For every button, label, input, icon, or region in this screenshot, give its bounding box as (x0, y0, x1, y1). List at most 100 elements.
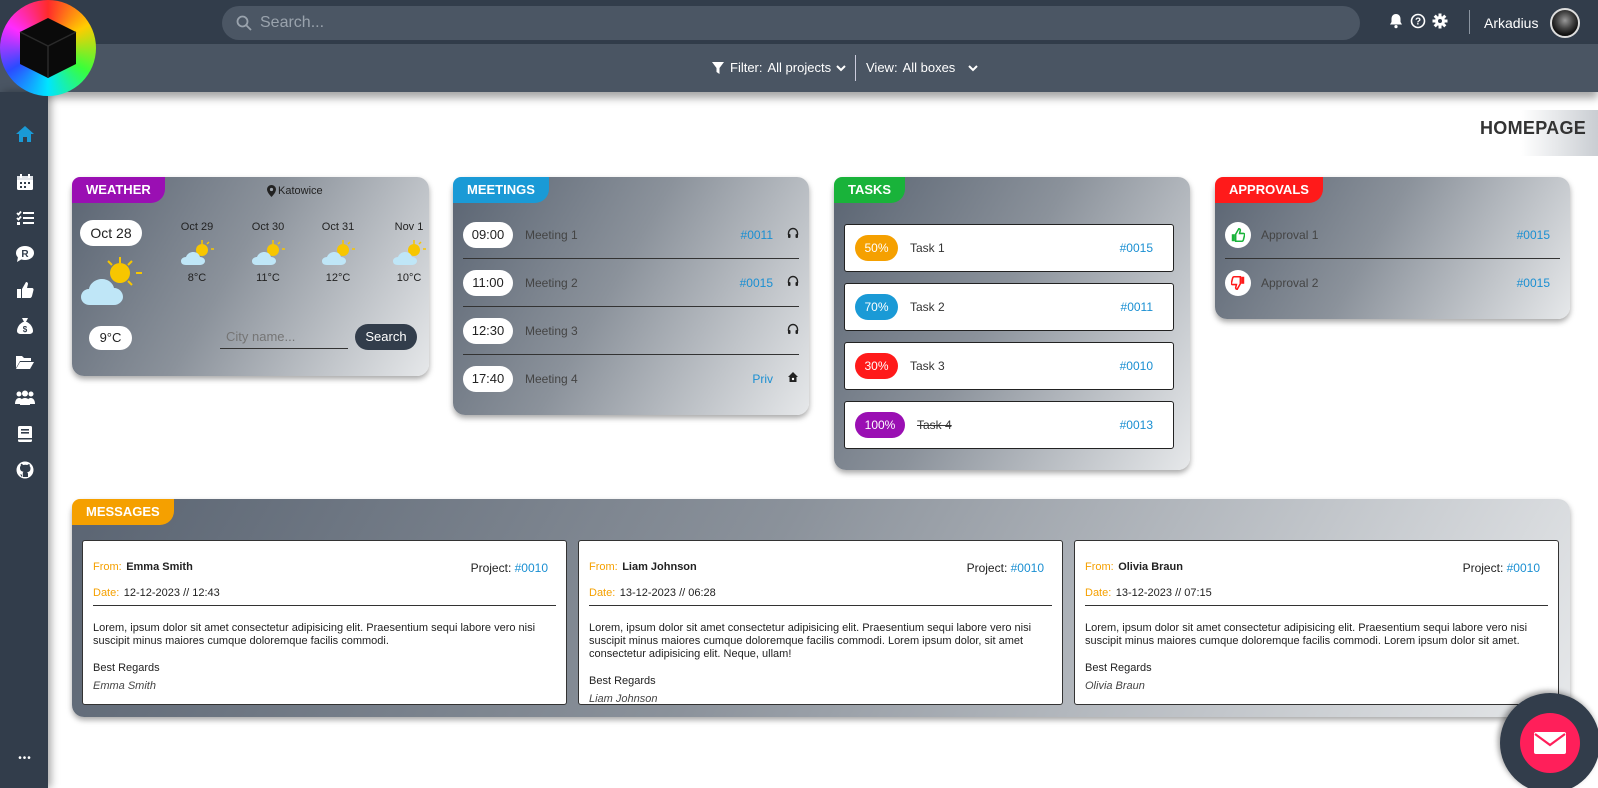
meeting-project-link[interactable]: Priv (752, 372, 773, 386)
meeting-name: Meeting 2 (525, 275, 578, 290)
task-row[interactable]: 70% Task 2 #0011 (844, 283, 1174, 331)
message-body: Lorem, ipsum dolor sit amet consectetur … (93, 622, 536, 647)
approve-icon[interactable] (14, 280, 36, 300)
message-project: Project: #0010 (967, 561, 1044, 575)
approval-project-link[interactable]: #0015 (1517, 276, 1550, 290)
task-row[interactable]: 30% Task 3 #0010 (844, 342, 1174, 390)
meeting-row[interactable]: 17:40 Meeting 4 Priv (463, 355, 799, 403)
github-icon[interactable] (14, 460, 36, 480)
approvals-tag: APPROVALS (1215, 177, 1323, 203)
meeting-time: 17:40 (463, 366, 513, 392)
team-icon[interactable] (14, 388, 36, 408)
approval-row[interactable]: Approval 1 #0015 (1225, 211, 1560, 259)
messages-card: MESSAGES From: Emma Smith Date: 12-12-20… (72, 499, 1570, 717)
thumbs-down-icon[interactable] (1225, 270, 1251, 296)
message-project-link[interactable]: #0010 (515, 561, 548, 575)
gear-icon[interactable] (1432, 13, 1448, 34)
thumbs-up-icon[interactable] (1225, 221, 1251, 248)
task-project-link[interactable]: #0013 (1120, 418, 1153, 432)
message-project-link[interactable]: #0010 (1011, 561, 1044, 575)
progress-badge: 70% (855, 294, 898, 320)
folder-open-icon[interactable] (14, 352, 36, 372)
from-label: From: (1085, 561, 1114, 573)
task-project-link[interactable]: #0011 (1121, 300, 1153, 314)
book-icon[interactable] (14, 424, 36, 444)
review-icon[interactable]: R (14, 244, 36, 264)
partly-cloudy-icon (308, 239, 368, 270)
chevron-down-icon (836, 64, 846, 71)
meeting-row[interactable]: 11:00 Meeting 2 #0015 (463, 259, 799, 307)
message-body: Lorem, ipsum dolor sit amet consectetur … (589, 622, 1032, 660)
partly-cloudy-icon (379, 239, 439, 270)
task-row[interactable]: 100% Task 4 #0013 (844, 401, 1174, 449)
app-logo[interactable] (0, 0, 96, 96)
money-bag-icon[interactable]: $ (14, 316, 36, 336)
from-label: From: (589, 561, 618, 573)
tasks-card: TASKS 50% Task 1 #0015 70% Task 2 #0011 30… (834, 177, 1190, 470)
message-signature: Emma Smith (93, 680, 156, 692)
message-card[interactable]: From: Emma Smith Date: 12-12-2023 // 12:… (82, 540, 567, 705)
filter-value[interactable]: All projects (768, 60, 832, 75)
help-icon[interactable]: ? (1410, 13, 1426, 34)
project-label: Project: (1462, 561, 1504, 575)
view-value[interactable]: All boxes (903, 60, 956, 75)
approval-row[interactable]: Approval 2 #0015 (1225, 259, 1560, 307)
avatar[interactable] (1550, 8, 1580, 38)
view-dropdown[interactable]: View: All boxes (866, 60, 979, 75)
meetings-card: MEETINGS 09:00 Meeting 1 #0011 11:00 Mee… (453, 177, 809, 415)
forecast-date: Oct 31 (321, 221, 355, 233)
meeting-name: Meeting 4 (525, 372, 578, 386)
tasks-tag: TASKS (834, 177, 906, 203)
meeting-row[interactable]: 12:30 Meeting 3 (463, 307, 799, 355)
forecast-temp: 8°C (187, 272, 207, 284)
compose-fab[interactable] (1500, 693, 1598, 788)
message-card[interactable]: From: Olivia Braun Date: 13-12-2023 // 0… (1074, 540, 1559, 705)
headphones-icon (787, 226, 799, 244)
message-card[interactable]: From: Liam Johnson Date: 13-12-2023 // 0… (578, 540, 1063, 705)
bell-icon[interactable] (1388, 13, 1404, 34)
message-project-link[interactable]: #0010 (1507, 561, 1540, 575)
task-row[interactable]: 50% Task 1 #0015 (844, 224, 1174, 272)
username[interactable]: Arkadius (1484, 15, 1538, 31)
meetings-tag: MEETINGS (453, 177, 549, 203)
task-project-link[interactable]: #0015 (1120, 241, 1153, 255)
message-date: 12-12-2023 // 12:43 (123, 587, 220, 599)
search-input[interactable] (260, 14, 1320, 32)
svg-text:?: ? (1415, 17, 1421, 28)
task-name: Task 3 (910, 359, 945, 373)
headphones-icon (787, 322, 799, 340)
svg-text:$: $ (23, 325, 28, 334)
messages-tag: MESSAGES (72, 499, 174, 525)
approvals-card: APPROVALS Approval 1 #0015 Approval 2 #0… (1215, 177, 1570, 319)
weather-tag: WEATHER (72, 177, 165, 203)
forecast-temp: 11°C (256, 272, 280, 284)
date-label: Date: (1085, 587, 1112, 599)
meeting-project-link[interactable]: #0011 (741, 228, 773, 242)
tasks-icon[interactable] (14, 208, 36, 228)
meeting-project-link[interactable]: #0015 (740, 276, 773, 290)
filter-label: Filter: (730, 60, 763, 75)
forecast-date: Nov 1 (394, 221, 424, 233)
search-bar[interactable] (222, 6, 1360, 40)
compose-button[interactable] (1520, 713, 1580, 773)
weather-card: WEATHER Katowice Oct 28 9°C Oct 29 8°C Oc… (72, 177, 429, 376)
today-date: Oct 28 (80, 220, 142, 246)
date-label: Date: (589, 587, 616, 599)
meeting-row[interactable]: 09:00 Meeting 1 #0011 (463, 211, 799, 259)
home-icon[interactable] (14, 124, 36, 144)
message-signature: Liam Johnson (589, 693, 658, 705)
calendar-icon[interactable] (14, 172, 36, 192)
city-input[interactable] (220, 325, 348, 349)
search-button[interactable]: Search (355, 324, 417, 350)
more-icon[interactable]: ••• (14, 748, 36, 768)
filter-icon (712, 61, 724, 74)
task-project-link[interactable]: #0010 (1120, 359, 1153, 373)
filter-dropdown[interactable]: Filter: All projects (711, 60, 846, 75)
task-name: Task 4 (917, 418, 952, 432)
svg-text:R: R (21, 249, 29, 260)
search-icon (236, 15, 252, 31)
forecast-temp: 10°C (396, 272, 422, 284)
approval-project-link[interactable]: #0015 (1517, 228, 1550, 242)
message-date: 13-12-2023 // 07:15 (1115, 587, 1212, 599)
view-label: View: (866, 60, 898, 75)
